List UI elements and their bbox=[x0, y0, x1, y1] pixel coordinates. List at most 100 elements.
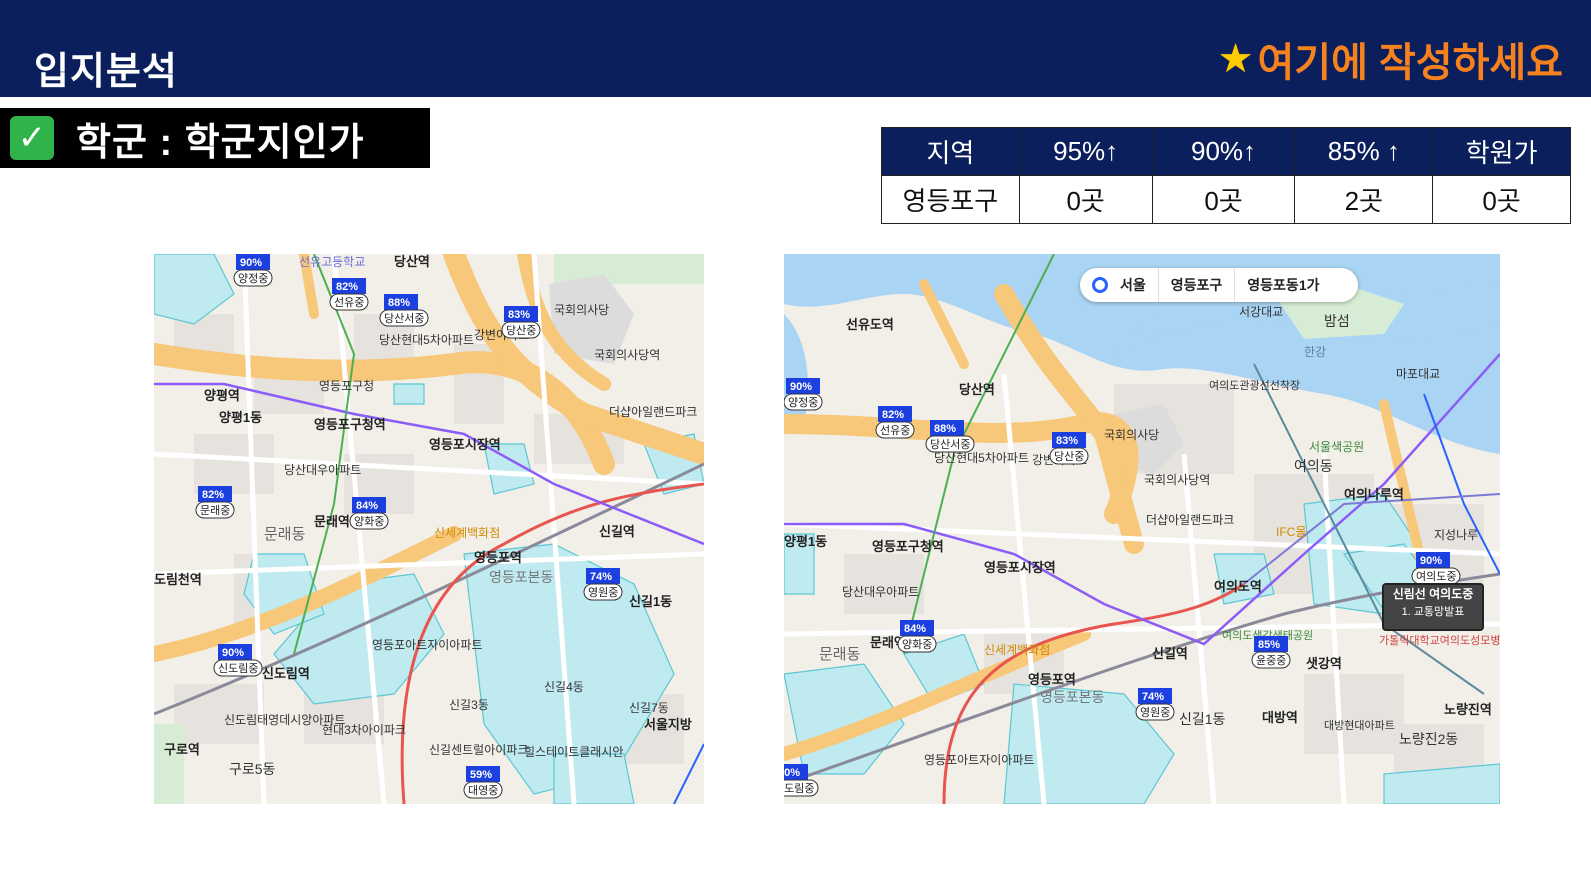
place-label: 샛강역 bbox=[1306, 656, 1342, 671]
school-pct: 82% bbox=[882, 409, 904, 421]
place-label: 밤섬 bbox=[1324, 313, 1350, 329]
school-name: 양정중 bbox=[788, 396, 818, 409]
table-header: 95%↑ bbox=[1018, 127, 1153, 176]
school-stats-table: 지역 95%↑ 90%↑ 85% ↑ 학원가 영등포구 0곳 0곳 2곳 0곳 bbox=[881, 127, 1571, 224]
school-name: 양정중 bbox=[238, 272, 268, 285]
place-label: 영등포시장역 bbox=[984, 560, 1056, 575]
school-marker[interactable]: 82% 문래중 bbox=[195, 486, 235, 519]
school-marker[interactable]: 90% 양정중 bbox=[233, 254, 273, 287]
school-marker[interactable]: 85% 윤중중 bbox=[1251, 636, 1291, 669]
location-breadcrumb[interactable]: 서울 영등포구 영등포동1가 bbox=[1080, 268, 1358, 302]
place-label: 신길역 bbox=[599, 524, 635, 539]
tooltip-subtitle: 1. 교통망발표 bbox=[1401, 606, 1465, 618]
table-row: 영등포구 0곳 0곳 2곳 0곳 bbox=[881, 175, 1571, 224]
map-left-canvas[interactable]: 당산역 국회의사당 국회의사당역 양평역 양평1동 영등포구청역 영등포시장역 … bbox=[154, 254, 704, 804]
place-label: 노량진2동 bbox=[1399, 731, 1458, 747]
table-cell: 영등포구 bbox=[881, 175, 1020, 224]
breadcrumb-item[interactable]: 서울 bbox=[1108, 275, 1158, 295]
place-label: 지성나루 bbox=[1434, 528, 1478, 542]
school-name: 당산서중 bbox=[930, 438, 970, 451]
school-pct: 90% bbox=[222, 647, 244, 659]
map-left[interactable]: 당산역 국회의사당 국회의사당역 양평역 양평1동 영등포구청역 영등포시장역 … bbox=[154, 254, 704, 804]
place-label: 구로5동 bbox=[229, 761, 276, 777]
table-header: 지역 bbox=[881, 127, 1020, 176]
school-name: 영원중 bbox=[588, 586, 618, 599]
table-cell: 0곳 bbox=[1018, 175, 1153, 224]
school-pct: 85% bbox=[1258, 639, 1280, 651]
place-label: 당산대우아파트 bbox=[842, 585, 919, 599]
school-pct: 82% bbox=[336, 281, 358, 293]
place-label: 문래동 bbox=[264, 526, 306, 543]
school-marker[interactable]: 82% 선유중 bbox=[329, 278, 369, 311]
place-label: 양평1동 bbox=[219, 410, 262, 425]
school-name: 신도림중 bbox=[784, 782, 814, 795]
school-pct: 88% bbox=[934, 423, 956, 435]
place-label: 여의도역 bbox=[1214, 579, 1262, 594]
school-pct: 83% bbox=[508, 309, 530, 321]
write-here-label[interactable]: ★ 여기에 작성하세요 bbox=[1218, 30, 1563, 88]
place-label: 더샵아일랜드파크 bbox=[609, 405, 697, 419]
place-label: 당산현대5차아파트 bbox=[379, 333, 474, 347]
place-label: 신세계백화점 bbox=[984, 643, 1050, 657]
school-pct: 59% bbox=[470, 769, 492, 781]
map-right-canvas[interactable]: 선유도역 당산역 서강대교 밤섬 한강 마포대교 여의도관광선선착장 국회의사당… bbox=[784, 254, 1500, 804]
place-label: 서울지방 bbox=[644, 717, 692, 732]
school-pct: 90% bbox=[784, 767, 800, 779]
school-pct: 88% bbox=[388, 297, 410, 309]
place-label: 여의동 bbox=[1294, 458, 1333, 474]
place-label: 당산대우아파트 bbox=[284, 463, 361, 477]
place-label: 영등포본동 bbox=[1040, 689, 1105, 705]
crosshair-icon[interactable] bbox=[1092, 277, 1108, 293]
place-label: 선유도역 bbox=[846, 317, 894, 332]
place-label: 문래동 bbox=[819, 646, 861, 663]
place-label: 신길1동 bbox=[1179, 711, 1226, 727]
tooltip-title: 신림선 여의도중 bbox=[1392, 587, 1474, 601]
page-title: 입지분석 bbox=[34, 51, 178, 93]
place-label: 도림천역 bbox=[154, 572, 202, 587]
place-label: 현대3차아이파크 bbox=[322, 723, 406, 737]
school-marker[interactable]: 84% 양화중 bbox=[349, 497, 389, 530]
check-icon: ✓ bbox=[10, 116, 54, 160]
school-pct: 74% bbox=[1142, 691, 1164, 703]
school-marker[interactable]: 83% 당산중 bbox=[1049, 432, 1089, 465]
table-cell: 0곳 bbox=[1432, 175, 1571, 224]
place-label: 마포대교 bbox=[1396, 367, 1440, 381]
place-label: 대방역 bbox=[1262, 710, 1298, 725]
place-label: 대방현대아파트 bbox=[1324, 719, 1395, 732]
map-tooltip[interactable]: 신림선 여의도중 1. 교통망발표 bbox=[1382, 583, 1484, 631]
table-cell: 2곳 bbox=[1294, 175, 1434, 224]
breadcrumb-item[interactable]: 영등포구 bbox=[1159, 275, 1235, 295]
table-cell: 0곳 bbox=[1151, 175, 1296, 224]
place-label: 선유고등학교 bbox=[299, 255, 365, 269]
place-label: 영등포구청역 bbox=[872, 539, 944, 554]
school-pct: 90% bbox=[790, 381, 812, 393]
place-label: 영등포시장역 bbox=[429, 437, 501, 452]
school-pct: 82% bbox=[202, 489, 224, 501]
place-label: 신길4동 bbox=[544, 680, 584, 694]
school-name: 영원중 bbox=[1140, 706, 1170, 719]
school-name: 대영중 bbox=[468, 784, 498, 797]
map-right[interactable]: 선유도역 당산역 서강대교 밤섬 한강 마포대교 여의도관광선선착장 국회의사당… bbox=[784, 254, 1500, 804]
place-label: 신세계백화점 bbox=[434, 526, 500, 540]
place-label: 문래역 bbox=[314, 514, 350, 529]
school-marker[interactable]: 82% 선유중 bbox=[875, 406, 915, 439]
school-name: 윤중중 bbox=[1256, 654, 1286, 667]
place-label: 가톨릭대학교여의도성모병원 bbox=[1379, 634, 1500, 647]
place-label: 영등포아트자이아파트 bbox=[924, 753, 1034, 767]
school-marker[interactable]: 74% 영원중 bbox=[1135, 688, 1175, 721]
school-pct: 84% bbox=[904, 623, 926, 635]
school-marker[interactable]: 84% 양화중 bbox=[897, 620, 937, 653]
place-label: 신길7동 bbox=[629, 701, 669, 715]
breadcrumb-item[interactable]: 영등포동1가 bbox=[1235, 275, 1331, 295]
place-label: 노량진역 bbox=[1444, 702, 1492, 717]
school-marker[interactable]: 59% 대영중 bbox=[463, 766, 503, 799]
place-label: 신길센트럴아이파크 bbox=[429, 743, 528, 757]
school-marker[interactable]: 74% 영원중 bbox=[583, 568, 623, 601]
star-icon: ★ bbox=[1217, 37, 1254, 81]
place-label: 영등포구청역 bbox=[314, 417, 386, 432]
school-marker[interactable]: 90% 양정중 bbox=[784, 378, 823, 411]
place-label: 당산현대5차아파트 bbox=[934, 451, 1029, 465]
school-marker[interactable]: 83% 당산중 bbox=[501, 306, 541, 339]
place-label: 양평역 bbox=[204, 388, 240, 403]
place-label: 여의도관광선선착장 bbox=[1209, 379, 1300, 392]
